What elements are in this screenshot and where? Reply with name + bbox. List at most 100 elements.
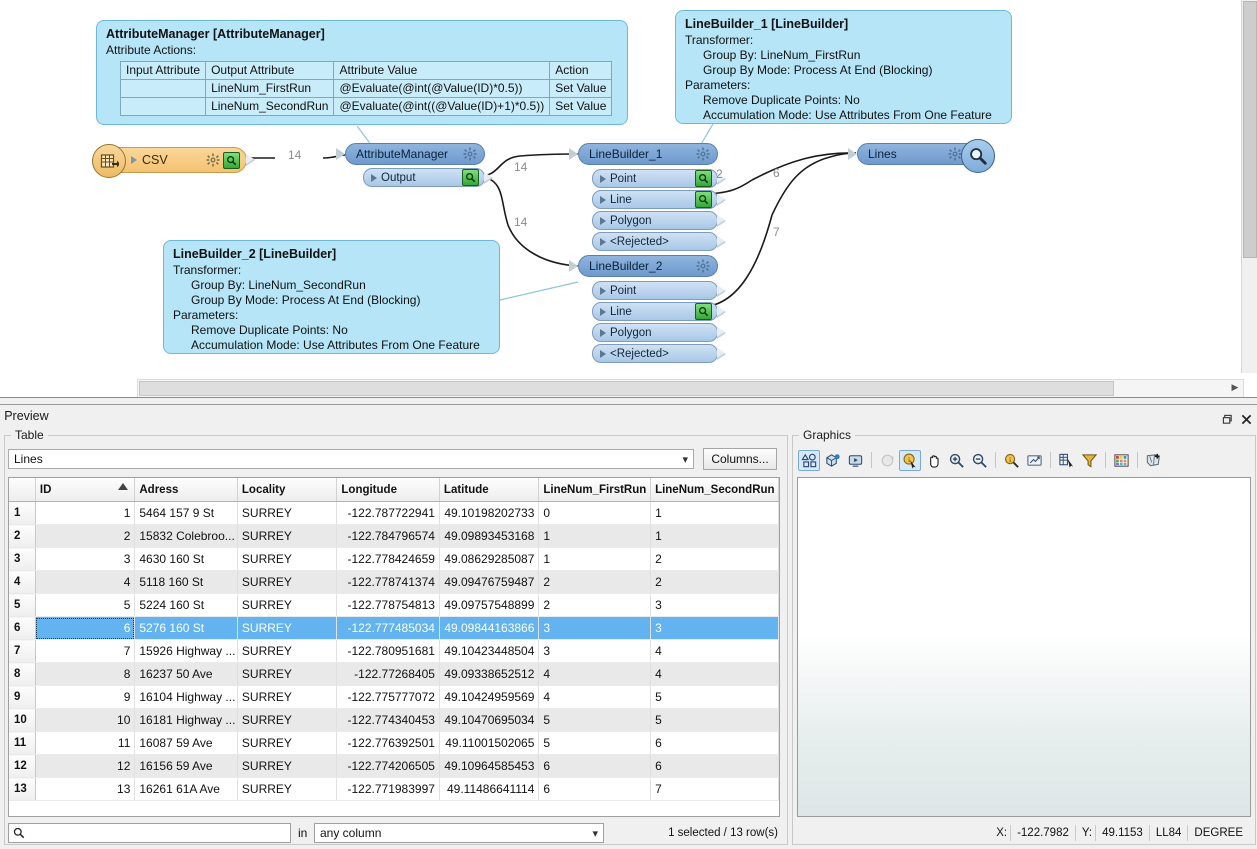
cell-longitude[interactable]: -122.780951681 xyxy=(336,639,440,663)
cell-linenum_secondrun[interactable]: 4 xyxy=(650,639,779,663)
graphics-canvas[interactable] xyxy=(797,477,1251,817)
header-longitude[interactable]: Longitude xyxy=(336,478,440,502)
row-number-cell[interactable]: 5 xyxy=(9,593,36,617)
row-number-cell[interactable]: 11 xyxy=(9,731,36,755)
zoom-out-tool[interactable] xyxy=(968,450,990,471)
cell-adress[interactable]: 16156 59 Ave xyxy=(134,754,238,778)
gear-icon[interactable] xyxy=(696,147,710,161)
cell-locality[interactable]: SURREY xyxy=(237,524,338,548)
search-input[interactable] xyxy=(28,825,290,841)
cell-longitude[interactable]: -122.777485034 xyxy=(336,616,440,640)
cell-locality[interactable]: SURREY xyxy=(237,708,338,732)
node-attributemanager[interactable]: AttributeManager Output xyxy=(336,143,493,187)
cell-longitude[interactable]: -122.778424659 xyxy=(336,547,440,571)
cell-longitude[interactable]: -122.774206505 xyxy=(336,754,440,778)
cell-locality[interactable]: SURREY xyxy=(237,639,338,663)
cell-latitude[interactable]: 49.10424959569 xyxy=(439,685,540,709)
pan-tool[interactable] xyxy=(922,450,944,471)
add-layer-tool[interactable] xyxy=(1142,450,1164,471)
inspect-magnifier-icon[interactable] xyxy=(961,139,995,173)
header-latitude[interactable]: Latitude xyxy=(439,478,540,502)
info-select-tool[interactable]: i xyxy=(899,449,921,471)
cell-linenum_secondrun[interactable]: 7 xyxy=(650,777,779,801)
inspect-magnifier-icon[interactable] xyxy=(695,303,712,320)
cell-locality[interactable]: SURREY xyxy=(237,777,338,801)
cell-latitude[interactable]: 49.11001502065 xyxy=(439,731,540,755)
table-row[interactable]: 8 8 16237 50 Ave SURREY -122.77268405 49.0933… xyxy=(9,662,779,686)
cell-id[interactable]: 13 xyxy=(35,777,136,801)
cell-adress[interactable]: 15832 Colebroo... xyxy=(134,524,238,548)
header-adress[interactable]: Adress xyxy=(134,478,238,502)
cell-latitude[interactable]: 49.10198202733 xyxy=(439,501,540,525)
cell-id[interactable]: 10 xyxy=(35,708,136,732)
cell-longitude[interactable]: -122.77268405 xyxy=(336,662,440,686)
color-table-tool[interactable] xyxy=(1110,450,1132,471)
table-row[interactable]: 2 2 15832 Colebroo... SURREY -122.784796574 4… xyxy=(9,524,779,548)
inspect-magnifier-icon[interactable] xyxy=(695,170,712,187)
three-d-view-tool[interactable] xyxy=(821,450,843,471)
port-point[interactable]: Point xyxy=(592,169,726,188)
port-output[interactable]: Output xyxy=(363,168,493,187)
row-number-cell[interactable]: 3 xyxy=(9,547,36,571)
cell-id[interactable]: 7 xyxy=(35,639,136,663)
search-input-wrapper[interactable] xyxy=(8,823,291,843)
table-row[interactable]: 3 3 4630 160 St SURREY -122.778424659 49.0862… xyxy=(9,547,779,571)
restore-icon[interactable] xyxy=(1219,412,1235,427)
cell-latitude[interactable]: 49.09338652512 xyxy=(439,662,540,686)
cell-locality[interactable]: SURREY xyxy=(237,731,338,755)
header-id[interactable]: ID xyxy=(35,478,136,502)
cell-longitude[interactable]: -122.778741374 xyxy=(336,570,440,594)
cell-linenum_firstrun[interactable]: 2 xyxy=(538,570,652,594)
table-row[interactable]: 4 4 5118 160 St SURREY -122.778741374 49.0947… xyxy=(9,570,779,594)
row-number-cell[interactable]: 2 xyxy=(9,524,36,548)
row-number-cell[interactable]: 8 xyxy=(9,662,36,686)
column-filter-dropdown[interactable]: any column ▾ xyxy=(314,823,604,843)
port-rejected[interactable]: <Rejected> xyxy=(592,232,726,251)
cell-id[interactable]: 6 xyxy=(35,616,136,640)
header-linenum-secondrun[interactable]: LineNum_SecondRun xyxy=(650,478,779,502)
cell-linenum_secondrun[interactable]: 1 xyxy=(650,524,779,548)
cell-id[interactable]: 9 xyxy=(35,685,136,709)
cell-locality[interactable]: SURREY xyxy=(237,662,338,686)
cell-linenum_secondrun[interactable]: 6 xyxy=(650,754,779,778)
cell-adress[interactable]: 15926 Highway ... xyxy=(134,639,238,663)
cell-linenum_firstrun[interactable]: 5 xyxy=(538,708,652,732)
inspect-magnifier-icon[interactable] xyxy=(462,169,479,186)
node-linebuilder-2[interactable]: LineBuilder_2 Point Line Polygon <Reject… xyxy=(569,255,726,363)
zoom-in-tool[interactable] xyxy=(945,450,967,471)
cell-adress[interactable]: 5464 157 9 St xyxy=(134,501,238,525)
cell-latitude[interactable]: 49.10423448504 xyxy=(439,639,540,663)
table-row[interactable]: 12 12 16156 59 Ave SURREY -122.774206505 49.1… xyxy=(9,754,779,778)
table-row[interactable]: 9 9 16104 Highway ... SURREY -122.775777072 4… xyxy=(9,685,779,709)
cell-id[interactable]: 4 xyxy=(35,570,136,594)
cell-id[interactable]: 8 xyxy=(35,662,136,686)
cell-longitude[interactable]: -122.774340453 xyxy=(336,708,440,732)
cell-linenum_firstrun[interactable]: 4 xyxy=(538,685,652,709)
node-header[interactable]: AttributeManager xyxy=(336,143,485,165)
table-row[interactable]: 13 13 16261 61A Ave SURREY -122.771983997 49.… xyxy=(9,777,779,801)
cell-linenum_firstrun[interactable]: 3 xyxy=(538,639,652,663)
row-number-cell[interactable]: 13 xyxy=(9,777,36,801)
cell-locality[interactable]: SURREY xyxy=(237,570,338,594)
row-number-cell[interactable]: 7 xyxy=(9,639,36,663)
gear-icon[interactable] xyxy=(696,259,710,273)
canvas-vertical-scrollbar[interactable] xyxy=(1241,0,1257,373)
table-row[interactable]: 7 7 15926 Highway ... SURREY -122.780951681 4… xyxy=(9,639,779,663)
cell-linenum_firstrun[interactable]: 4 xyxy=(538,662,652,686)
cell-locality[interactable]: SURREY xyxy=(237,547,338,571)
header-locality[interactable]: Locality xyxy=(237,478,338,502)
workspace-canvas[interactable]: AttributeManager [AttributeManager] Attr… xyxy=(0,0,1257,404)
cell-id[interactable]: 5 xyxy=(35,593,136,617)
cell-adress[interactable]: 16087 59 Ave xyxy=(134,731,238,755)
cell-locality[interactable]: SURREY xyxy=(237,685,338,709)
canvas-horizontal-scrollbar[interactable]: ▶ xyxy=(137,379,1244,398)
node-header[interactable]: LineBuilder_1 xyxy=(569,143,718,165)
node-linebuilder-1[interactable]: LineBuilder_1 Point Line Polygon <Reject… xyxy=(569,143,726,251)
row-number-cell[interactable]: 6 xyxy=(9,616,36,640)
node-lines[interactable]: Lines xyxy=(848,139,995,173)
cell-latitude[interactable]: 49.09476759487 xyxy=(439,570,540,594)
cell-linenum_firstrun[interactable]: 0 xyxy=(538,501,652,525)
filter-tool[interactable] xyxy=(1078,450,1100,471)
row-number-cell[interactable]: 4 xyxy=(9,570,36,594)
cell-linenum_secondrun[interactable]: 1 xyxy=(650,501,779,525)
